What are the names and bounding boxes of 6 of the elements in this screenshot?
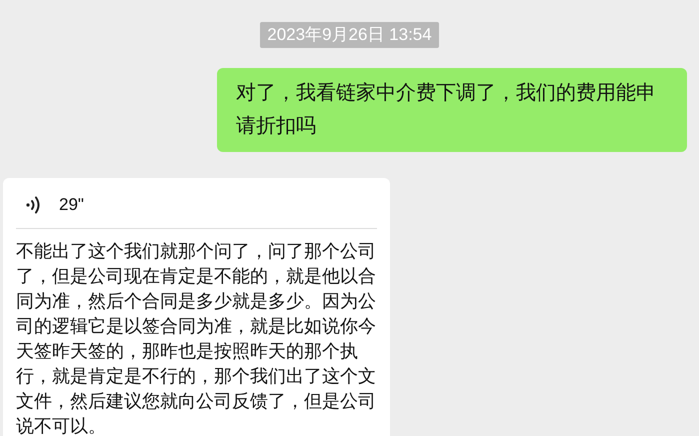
voice-message-bubble[interactable]: 29" 不能出了这个我们就那个问了，问了那个公司了，但是公司现在肯定是不能的，就是他以合同为准，然后个合同是多少就是多少。因为公司的逻辑它是以签合同为准，就是比如说你今天签昨天签的，那昨也是按照昨天的那个执行，就是肯定是不行的，那个我们出了这个文文件，然后建议您就向公司反馈了，但是公司说不可以。 xyxy=(3,178,390,436)
message-bubble: 对了，我看链家中介费下调了，我们的费用能申请折扣吗 xyxy=(217,68,687,152)
voice-duration: 29" xyxy=(59,194,84,216)
timestamp: 2023年9月26日 13:54 xyxy=(260,22,439,48)
voice-transcript: 不能出了这个我们就那个问了，问了那个公司了，但是公司现在肯定是不能的，就是他以合同为准，然后个合同是多少就是多少。因为公司的逻辑它是以签合同为准，就是比如说你今天签昨天签的，那昨也是按照昨天的那个执行，就是肯定是不行的，那个我们出了这个文文件，然后建议您就向公司反馈了，但是公司说不可以。 xyxy=(16,240,377,436)
voice-icon xyxy=(25,195,41,215)
